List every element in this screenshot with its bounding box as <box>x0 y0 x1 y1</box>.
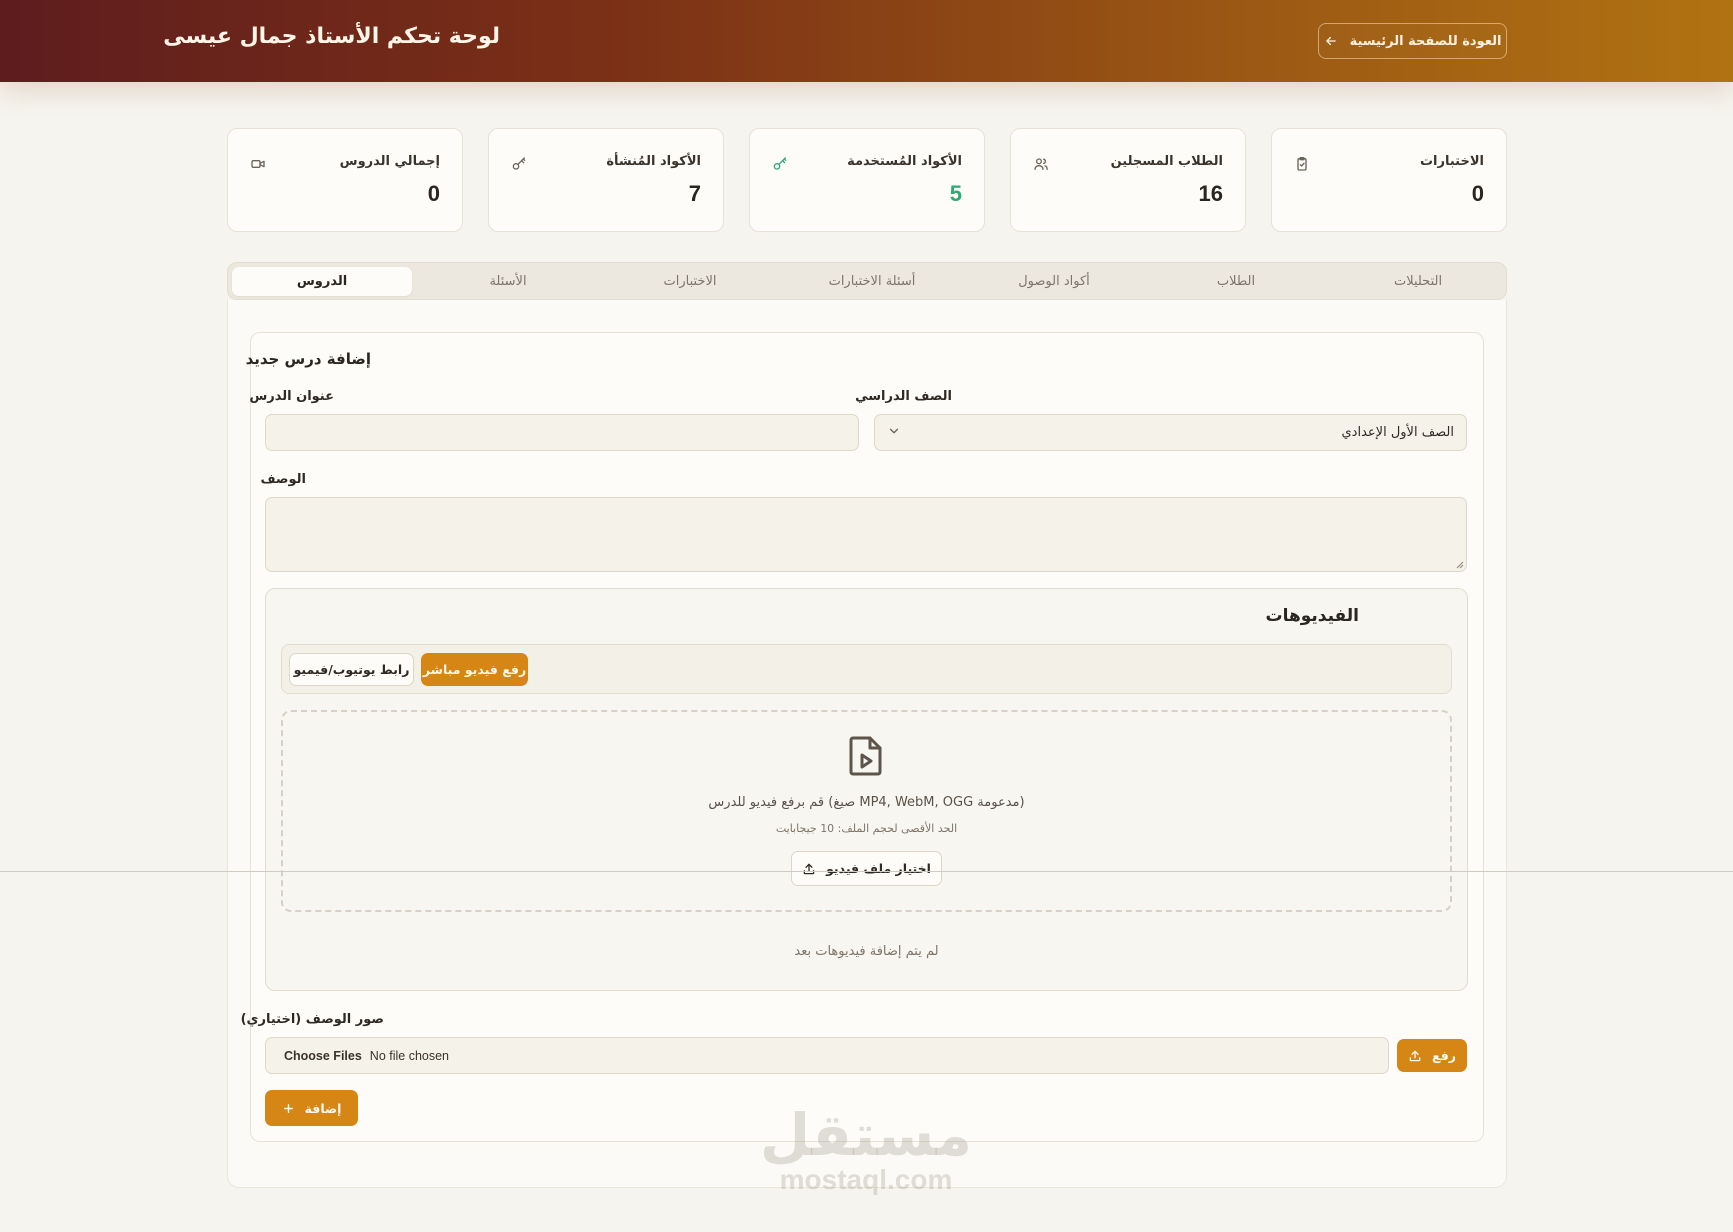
add-lesson-label: إضافة <box>304 1100 342 1116</box>
clipboard-check-icon <box>1294 156 1310 172</box>
tab-analytics[interactable]: التحليلات <box>1328 267 1508 296</box>
description-textarea[interactable] <box>265 497 1467 572</box>
choose-files-button[interactable]: Choose Files <box>284 1049 362 1063</box>
stat-label: الأكواد المُنشأة <box>606 154 701 169</box>
description-images-file-input[interactable]: Choose Files No file chosen <box>265 1037 1389 1074</box>
page-title: لوحة تحكم الأستاذ جمال عيسى <box>163 24 500 49</box>
mostaql-watermark: مستقل mostaql.com <box>760 1105 972 1195</box>
chevron-down-icon <box>887 424 901 438</box>
no-videos-message: لم يتم إضافة فيديوهات بعد <box>794 944 939 959</box>
description-images-label: صور الوصف (اختياري) <box>240 1012 384 1027</box>
file-status: No file chosen <box>369 1049 450 1063</box>
stat-card-exams: الاختبارات 0 <box>1271 128 1507 232</box>
users-icon <box>1033 156 1049 172</box>
stat-card-created-codes: الأكواد المُنشأة 7 <box>488 128 724 232</box>
stats-row: الاختبارات 0 الطلاب المسجلين 16 الأكواد … <box>227 128 1507 232</box>
upload-direct-video-button[interactable]: رفع فيديو مباشر <box>421 653 528 686</box>
stat-label: إجمالي الدروس <box>339 154 440 169</box>
stat-card-total-lessons: إجمالي الدروس 0 <box>227 128 463 232</box>
grade-select-value: الصف الأول الإعدادي <box>1341 425 1455 440</box>
tab-access-codes[interactable]: أكواد الوصول <box>964 267 1144 296</box>
dropzone-instructions: (مدعومة MP4, WebM, OGG صيغ) قم برفع فيدي… <box>708 795 1025 810</box>
tab-exam-questions[interactable]: أسئلة الاختبارات <box>782 267 962 296</box>
stat-card-used-codes: الأكواد المُستخدمة 5 <box>749 128 985 232</box>
upload-images-label: رفع <box>1432 1048 1456 1063</box>
upload-images-button[interactable]: رفع <box>1397 1039 1467 1072</box>
upload-icon <box>802 862 816 876</box>
add-lesson-button[interactable]: إضافة <box>265 1090 358 1126</box>
stat-value: 5 <box>949 181 962 206</box>
arrow-left-icon <box>1324 34 1338 48</box>
tabs-bar: التحليلات الطلاب أكواد الوصول أسئلة الاخ… <box>227 262 1507 300</box>
plus-icon <box>282 1102 295 1115</box>
stat-value: 7 <box>688 181 701 206</box>
choose-video-file-label: اختيار ملف فيديو <box>826 861 931 876</box>
back-to-home-button[interactable]: العودة للصفحة الرئيسية <box>1318 23 1507 59</box>
youtube-vimeo-link-button[interactable]: رابط يوتيوب/فيميو <box>289 653 414 686</box>
file-video-icon <box>848 735 884 777</box>
stat-label: الطلاب المسجلين <box>1110 154 1223 169</box>
stat-value: 0 <box>427 181 440 206</box>
stat-card-registered-students: الطلاب المسجلين 16 <box>1010 128 1246 232</box>
stat-label: الاختبارات <box>1419 154 1484 169</box>
resize-grip-icon[interactable] <box>1454 559 1464 569</box>
grade-label: الصف الدراسي <box>855 389 952 404</box>
add-lesson-title: إضافة درس جديد <box>245 350 371 368</box>
key-icon <box>772 156 788 172</box>
video-icon <box>250 156 266 172</box>
choose-video-file-button[interactable]: اختيار ملف فيديو <box>791 851 942 886</box>
watermark-arabic: مستقل <box>759 1101 972 1169</box>
stat-value: 16 <box>1198 181 1223 206</box>
horizontal-divider <box>0 871 1733 872</box>
youtube-vimeo-link-label: رابط يوتيوب/فيميو <box>293 662 410 677</box>
top-header: لوحة تحكم الأستاذ جمال عيسى العودة للصفح… <box>0 0 1733 82</box>
stat-label: الأكواد المُستخدمة <box>847 154 962 169</box>
tab-students[interactable]: الطلاب <box>1146 267 1326 296</box>
lesson-title-input[interactable] <box>265 414 859 451</box>
upload-icon <box>1408 1049 1422 1063</box>
tab-exams[interactable]: الاختبارات <box>600 267 780 296</box>
back-button-label: العودة للصفحة الرئيسية <box>1349 33 1502 49</box>
upload-direct-video-label: رفع فيديو مباشر <box>422 662 527 677</box>
tab-questions[interactable]: الأسئلة <box>418 267 598 296</box>
watermark-latin: mostaql.com <box>779 1164 953 1195</box>
tab-lessons[interactable]: الدروس <box>232 267 412 296</box>
videos-title: الفيديوهات <box>1265 606 1360 626</box>
grade-select[interactable]: الصف الأول الإعدادي <box>874 414 1467 451</box>
stat-value: 0 <box>1471 181 1484 206</box>
description-label: الوصف <box>260 472 306 487</box>
lesson-title-label: عنوان الدرس <box>249 389 334 404</box>
key-icon <box>511 156 527 172</box>
file-input-text: Choose Files No file chosen <box>284 1049 449 1063</box>
dropzone-max-size: الحد الأقصى لحجم الملف: 10 جيجابايت <box>775 822 958 835</box>
